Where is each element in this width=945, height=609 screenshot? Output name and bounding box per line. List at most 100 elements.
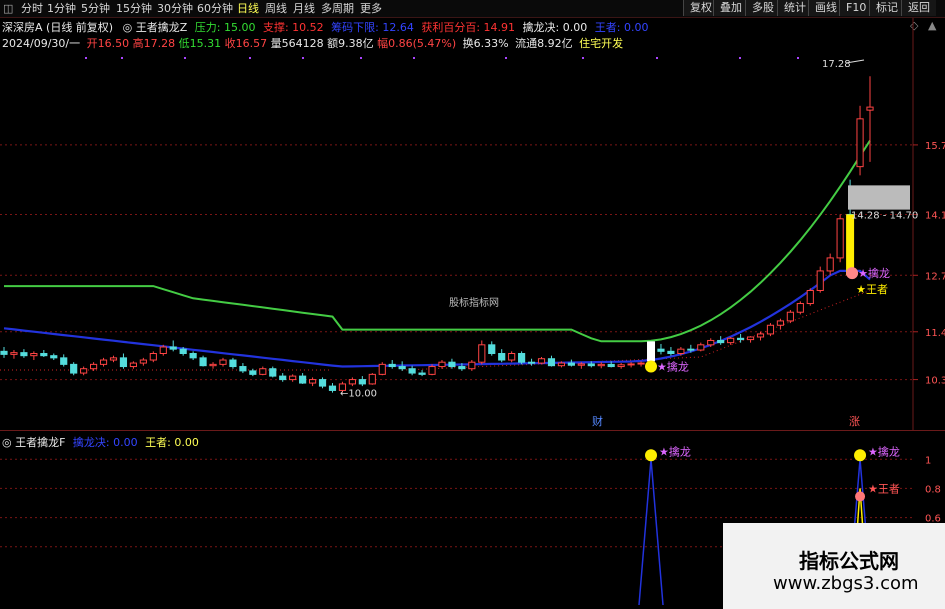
candle-64 — [637, 362, 645, 365]
candle-75 — [746, 336, 755, 341]
candle-66 — [657, 348, 665, 352]
candle-12 — [119, 357, 128, 368]
zhang-marker: 涨 — [849, 415, 860, 428]
watermark-box: 指标公式网 www.zbgs3.com — [723, 523, 945, 609]
candle-62 — [617, 364, 625, 368]
candle-7 — [70, 363, 78, 374]
marker-dot-9 — [656, 57, 658, 59]
lower-indicator-name[interactable]: ◎ 王者擒龙F — [2, 436, 65, 449]
candle-30 — [299, 375, 307, 384]
candle-61 — [607, 363, 615, 368]
lower-wangzhe-tag: ★王者 — [868, 482, 900, 495]
candle-22 — [219, 359, 227, 365]
candle-43 — [428, 366, 436, 375]
marker-dot-3 — [249, 57, 251, 59]
candle-59 — [587, 363, 595, 367]
marker-dot-1 — [121, 57, 123, 59]
candle-15 — [149, 353, 157, 361]
chip-range-label: 14.28 - 14.70 — [851, 211, 918, 222]
lower-tick-label-0: 1 — [925, 455, 931, 466]
pressure-line — [4, 140, 871, 343]
candle-74 — [737, 337, 745, 341]
y-tick-label-1: 14.1 — [925, 210, 945, 221]
y-tick-label-0: 15.7 — [925, 141, 945, 152]
marker-dot-0 — [85, 57, 87, 59]
pane-separator — [0, 430, 945, 431]
y-tick-label-3: 11.4 — [925, 328, 945, 339]
signal-box-white — [647, 341, 656, 362]
candle-79 — [786, 311, 794, 322]
candle-24 — [239, 366, 247, 372]
candle-42 — [418, 372, 426, 375]
candle-21 — [209, 363, 217, 367]
candle-68 — [677, 348, 685, 355]
lower-qinlong-value: 擒龙决: 0.00 — [72, 436, 138, 449]
candle-31 — [308, 379, 317, 384]
candle-8 — [80, 368, 88, 374]
candle-35 — [348, 379, 356, 385]
candle-32 — [318, 379, 327, 387]
candle-26 — [259, 368, 267, 375]
candle-36 — [358, 379, 366, 385]
candle-51 — [508, 353, 516, 361]
chip-range-bar — [848, 185, 910, 210]
candle-80 — [796, 303, 804, 313]
marker-dot-5 — [360, 57, 362, 59]
candle-18 — [179, 348, 187, 355]
candle-84 — [836, 218, 844, 259]
candle-1 — [10, 352, 18, 355]
candle-38 — [378, 363, 386, 375]
qinlong-tag-2: ★擒龙 — [858, 266, 890, 280]
y-tick-label-2: 12.7 — [925, 271, 945, 282]
candle-5 — [50, 355, 58, 359]
candle-19 — [189, 353, 197, 359]
candle-53 — [527, 361, 536, 364]
candle-82 — [816, 270, 824, 291]
candle-48 — [478, 344, 486, 363]
signal-box-yellow — [846, 214, 855, 276]
candle-73 — [727, 337, 735, 344]
candle-47 — [468, 361, 476, 370]
candle-10 — [99, 359, 108, 365]
peak-circle-icon — [846, 267, 859, 280]
candle-83 — [826, 257, 834, 272]
candle-45 — [448, 361, 456, 368]
lower-wangzhe-value: 王者: 0.00 — [145, 436, 199, 449]
candle-16 — [159, 346, 167, 355]
candle-25 — [249, 370, 257, 375]
qinlong-tag-1: ★擒龙 — [657, 360, 689, 374]
wangzhe-tag: ★王者 — [856, 283, 888, 296]
candle-81 — [806, 289, 814, 305]
marker-dot-4 — [302, 57, 304, 59]
candle-77 — [766, 324, 775, 335]
marker-dot-10 — [739, 57, 741, 59]
candle-27 — [269, 368, 277, 377]
lower-info-line: ◎ 王者擒龙F 擒龙决: 0.00 王者: 0.00 — [2, 434, 199, 450]
candle-46 — [458, 366, 466, 370]
candle-3 — [30, 353, 38, 357]
watermark-url: www.zbgs3.com — [773, 573, 919, 594]
candle-13 — [129, 362, 137, 368]
candle-52 — [518, 353, 526, 363]
candle-69 — [687, 348, 695, 351]
candle-4 — [40, 353, 48, 357]
candle-41 — [408, 368, 416, 374]
candle-60 — [597, 363, 605, 367]
cai-marker: 财 — [592, 414, 603, 428]
qinlong-spike-0 — [638, 459, 664, 606]
candle-58 — [577, 363, 585, 366]
watermark-title: 指标公式网 — [799, 549, 899, 573]
smiley-icon-2 — [645, 449, 658, 462]
marker-dot-7 — [505, 57, 507, 59]
candle-86 — [856, 118, 864, 168]
candle-50 — [498, 353, 506, 361]
candle-37 — [368, 373, 376, 385]
marker-dot-8 — [582, 57, 584, 59]
candle-28 — [279, 375, 287, 381]
candle-20 — [199, 357, 207, 367]
marker-dot-6 — [413, 57, 415, 59]
high-label: 17.28 — [822, 59, 851, 70]
candle-33 — [328, 385, 337, 391]
candle-63 — [627, 363, 635, 366]
lower-tick-label-1: 0.8 — [925, 484, 941, 495]
